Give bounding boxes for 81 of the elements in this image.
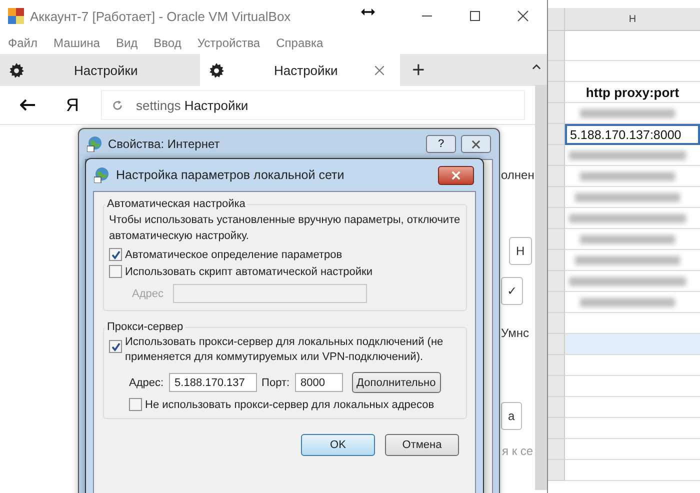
checkbox-label: Использовать прокси-сервер для локальных подключений (не применяется для коммутируемых или VPN-подключений). — [125, 335, 444, 365]
checkbox[interactable] — [129, 398, 142, 411]
resize-cursor-icon — [361, 8, 375, 16]
browser-tab[interactable]: Настройки — [200, 54, 400, 86]
browser-tab[interactable]: Настройки — [0, 54, 200, 86]
url-text: settings Настройки — [136, 98, 248, 112]
row-header[interactable] — [548, 439, 565, 460]
selected-cell: 5.188.170.137:8000 — [565, 124, 700, 145]
checkbox-label: Автоматическое определение параметров — [125, 248, 342, 260]
row-header[interactable] — [548, 292, 565, 313]
close-button[interactable] — [461, 135, 491, 153]
checkbox[interactable] — [109, 248, 122, 261]
menu-item[interactable]: Вид — [116, 36, 138, 50]
checkbox-label: Не использовать прокси-сервер для локальных адресов — [145, 398, 434, 410]
row-header[interactable] — [548, 82, 565, 103]
field-label: Адрес: — [129, 376, 164, 388]
row-header[interactable] — [548, 355, 565, 376]
maximize-icon[interactable] — [469, 10, 481, 22]
advanced-button[interactable]: Дополнительно — [352, 372, 441, 393]
row-header[interactable] — [548, 124, 565, 145]
input-field[interactable]: 8000 — [294, 373, 343, 392]
dialog-title: Свойства: Интернет — [108, 137, 220, 151]
browser-logo[interactable]: Я — [66, 94, 79, 116]
row-header[interactable] — [548, 31, 565, 61]
close-icon[interactable] — [375, 66, 384, 74]
scroll-up-icon[interactable] — [532, 64, 541, 70]
row-header[interactable] — [548, 166, 565, 187]
row-header[interactable] — [548, 397, 565, 418]
gear-icon — [209, 62, 224, 78]
partial-button[interactable]: Н — [509, 237, 532, 265]
row-header[interactable] — [548, 229, 565, 250]
help-button[interactable]: ? — [426, 135, 456, 153]
menu-item[interactable]: Устройства — [197, 36, 260, 50]
group-label: Автоматическая настройка — [106, 198, 246, 210]
checkbox[interactable] — [109, 265, 122, 278]
scrollbar[interactable] — [535, 85, 547, 490]
checkbox[interactable] — [109, 340, 122, 353]
partial-text: олнен — [501, 168, 534, 182]
new-tab-button[interactable]: + — [406, 59, 431, 81]
group-label: Прокси-сервер — [106, 321, 184, 333]
close-icon[interactable] — [517, 10, 529, 22]
row-header[interactable] — [548, 187, 565, 208]
globe-icon — [94, 167, 110, 183]
row-header[interactable] — [548, 271, 565, 292]
gear-icon — [9, 62, 24, 78]
menu-item[interactable]: Справка — [276, 36, 324, 50]
row-header[interactable] — [548, 334, 565, 355]
row-header[interactable] — [548, 313, 565, 334]
app-icon — [8, 8, 24, 24]
field-label: Адрес — [132, 288, 164, 300]
reload-icon[interactable] — [112, 100, 123, 110]
field-label: Порт: — [262, 376, 290, 388]
ok-button[interactable]: OK — [301, 434, 375, 456]
partial-text: Умнс — [501, 326, 529, 340]
menu-item[interactable]: Машина — [54, 36, 100, 50]
cancel-button[interactable]: Отмена — [385, 434, 459, 456]
close-icon — [471, 140, 481, 148]
address-bar[interactable]: settings Настройки — [101, 90, 525, 120]
row-header[interactable] — [548, 376, 565, 397]
checkbox-label: Использовать скрипт автоматической настройки — [125, 266, 373, 278]
menu-item[interactable]: Ввод — [154, 36, 182, 50]
row-header[interactable] — [548, 460, 565, 481]
partial-button[interactable]: а — [501, 402, 522, 430]
row-header[interactable] — [548, 250, 565, 271]
row-header[interactable] — [548, 208, 565, 229]
globe-icon — [87, 136, 103, 152]
close-icon — [451, 170, 461, 180]
row-header[interactable] — [548, 145, 565, 166]
row-header[interactable] — [548, 103, 565, 124]
back-arrow-icon[interactable] — [20, 99, 36, 111]
description-text: Чтобы использовать установленные вручную параметры, отключите автоматическую настройку. — [109, 213, 462, 244]
row-header[interactable] — [548, 418, 565, 439]
partial-text: я к се — [502, 444, 534, 458]
window-title: Аккаунт-7 [Работает] - Oracle VM VirtualBox — [30, 8, 291, 24]
input-field[interactable]: 5.188.170.137 — [168, 373, 257, 392]
partial-button[interactable]: ✓ — [501, 277, 523, 305]
row-header[interactable] — [548, 61, 565, 82]
close-button[interactable] — [438, 166, 474, 184]
table-cell: http proxy:port — [565, 82, 700, 103]
menu-item[interactable]: Файл — [8, 36, 38, 50]
dialog-title: Настройка параметров локальной сети — [116, 168, 344, 182]
